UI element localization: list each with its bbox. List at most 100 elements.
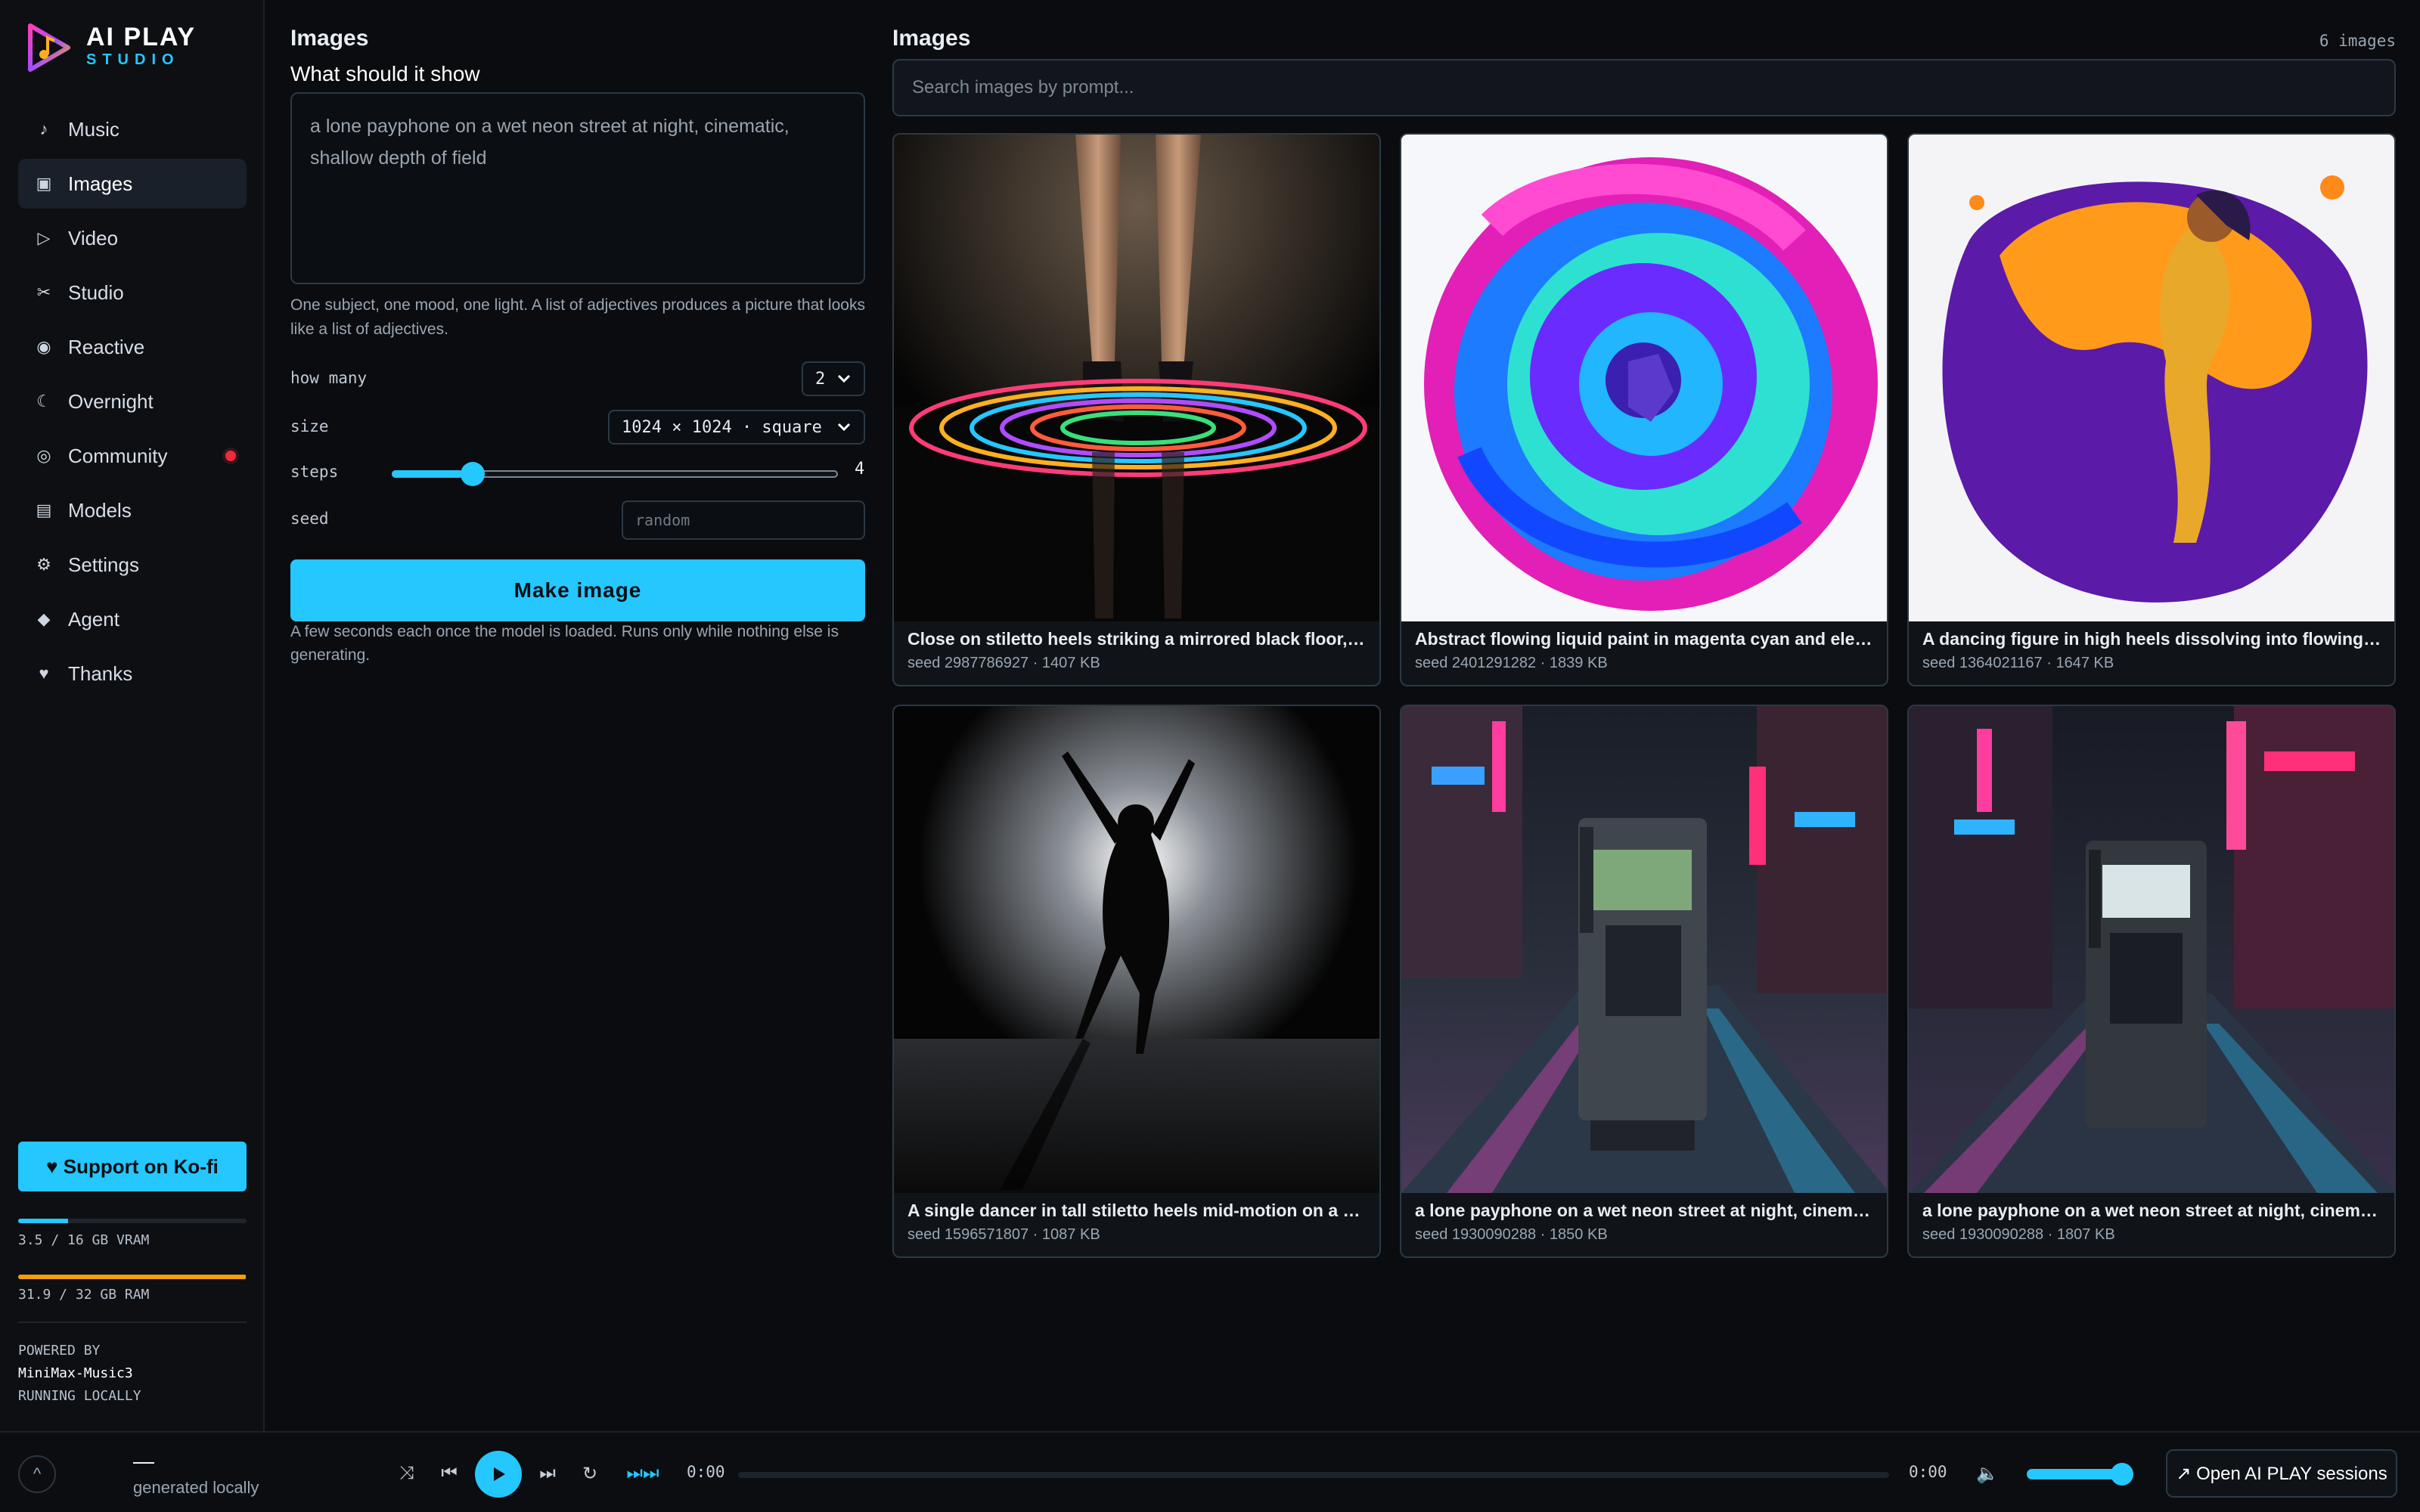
speaker-icon: 🔈 [1976,1463,1999,1484]
sidebar-item-label: Models [68,498,132,522]
how-many-select[interactable]: 2 [802,361,865,396]
sidebar-item-label: Agent [68,607,119,631]
prompt-hint: One subject, one mood, one light. A list… [290,296,865,338]
generated-image[interactable] [1401,135,1888,621]
how-many-label: how many [290,369,368,387]
volume-slider[interactable] [2027,1463,2133,1486]
notification-dot [225,451,236,461]
player-bar: ^ — generated locally ⤨ ⏮ ⏭ ↻ ⏭⏭ 0:00 0:… [0,1431,2420,1512]
scissors-icon: ✂ [36,283,51,302]
sidebar-item-video[interactable]: ▷ Video [18,213,247,263]
brand[interactable]: AI PLAY STUDIO [26,23,237,73]
search-input[interactable]: Search images by prompt... [892,59,2396,116]
seed-input[interactable]: random [622,500,865,540]
how-many-value: 2 [815,369,826,389]
model-name: MiniMax-Music3 [18,1365,133,1381]
shuffle-icon: ⤨ [399,1463,414,1483]
size-value: 1024 × 1024 · square [622,417,822,437]
ram-meter-fill [18,1275,247,1279]
size-select[interactable]: 1024 × 1024 · square [608,410,865,445]
steps-slider[interactable] [392,462,838,486]
sidebar-item-images[interactable]: ▣ Images [18,159,247,209]
heart-icon: ♥ [39,664,49,683]
steps-label: steps [290,463,339,481]
powered-by-label: POWERED BY [18,1343,101,1359]
image-card[interactable]: A dancing figure in high heels dissolvin… [1907,133,2396,686]
previous-icon: ⏮ [441,1463,458,1483]
sidebar-item-label: Images [68,172,133,195]
generated-image[interactable] [1909,706,2396,1193]
generated-image[interactable] [1909,135,2396,621]
generated-image[interactable] [894,706,1381,1193]
sidebar-item-agent[interactable]: ◆ Agent [18,594,247,644]
sidebar-item-studio[interactable]: ✂ Studio [18,268,247,318]
next-button[interactable]: ⏭ [532,1458,563,1489]
running-status: RUNNING LOCALLY [18,1388,141,1404]
sidebar-item-music[interactable]: ♪ Music [18,104,247,154]
form-title: Images [290,26,369,51]
image-gallery: Images 6 images Search images by prompt.… [892,0,2396,1431]
gallery-title: Images [892,26,971,51]
image-card[interactable]: a lone payphone on a wet neon street at … [1907,705,2396,1258]
volume-slider-fill [2027,1469,2122,1479]
sidebar-item-settings[interactable]: ⚙ Settings [18,540,247,590]
generated-image[interactable] [894,135,1381,621]
sidebar-item-label: Studio [68,280,124,304]
autoplay-button[interactable]: ⏭⏭ [622,1458,664,1489]
expand-player-button[interactable]: ^ [18,1455,56,1493]
image-meta: seed 2987786927 · 1407 KB [908,655,1100,671]
sidebar-item-overnight[interactable]: ☾ Overnight [18,376,247,426]
sidebar-item-models[interactable]: ▤ Models [18,485,247,535]
brand-subtitle: STUDIO [86,51,180,68]
prompt-textarea[interactable]: a lone payphone on a wet neon street at … [290,92,865,284]
image-card[interactable]: Close on stiletto heels striking a mirro… [892,133,1381,686]
sidebar-item-label: Thanks [68,662,133,685]
track-title: — [133,1449,154,1473]
main-nav: ♪ Music ▣ Images ▷ Video ✂ Studio ◉ Reactive … [18,104,247,703]
volume-button[interactable]: 🔈 [1972,1458,2003,1489]
steps-slider-thumb[interactable] [461,462,486,486]
shuffle-button[interactable]: ⤨ [392,1458,422,1489]
app-logo-icon [28,23,70,72]
sidebar-item-community[interactable]: ◎ Community [18,431,247,481]
image-icon: ▣ [36,174,52,193]
previous-button[interactable]: ⏮ [434,1458,464,1489]
seek-bar[interactable] [738,1472,1889,1478]
volume-slider-thumb[interactable] [2111,1463,2133,1486]
play-button[interactable] [475,1451,522,1498]
image-caption: Close on stiletto heels striking a mirro… [908,629,1369,649]
sidebar-item-reactive[interactable]: ◉ Reactive [18,322,247,372]
repeat-button[interactable]: ↻ [575,1458,605,1489]
chevron-up-icon: ^ [33,1464,42,1483]
steps-value: 4 [855,460,865,479]
track-subtitle: generated locally [133,1478,259,1497]
sidebar-item-thanks[interactable]: ♥ Thanks [18,649,247,699]
generated-image[interactable] [1401,706,1888,1193]
image-card[interactable]: A single dancer in tall stiletto heels m… [892,705,1381,1258]
sidebar-item-label: Music [68,117,119,141]
image-meta: seed 1930090288 · 1807 KB [1922,1226,2115,1243]
chevron-down-icon [837,374,851,383]
image-caption: A single dancer in tall stiletto heels m… [908,1201,1369,1220]
moon-icon: ☾ [36,392,51,411]
sidebar-item-label: Video [68,226,119,249]
make-image-note: A few seconds each once the model is loa… [290,623,839,664]
time-total: 0:00 [1909,1463,1947,1481]
ram-label: 31.9 / 32 GB RAM [18,1287,150,1303]
support-kofi-button[interactable]: ♥ Support on Ko-fi [18,1142,247,1191]
seed-label: seed [290,510,329,528]
image-count: 6 images [2319,32,2396,50]
sidebar-item-label: Reactive [68,335,145,358]
brand-title: AI PLAY [86,23,197,51]
image-card[interactable]: Abstract flowing liquid paint in magenta… [1400,133,1888,686]
image-meta: seed 2401291282 · 1839 KB [1415,655,1608,671]
image-card[interactable]: a lone payphone on a wet neon street at … [1400,705,1888,1258]
image-caption: A dancing figure in high heels dissolvin… [1922,629,2384,649]
vram-label: 3.5 / 16 GB VRAM [18,1232,150,1248]
image-caption: a lone payphone on a wet neon street at … [1922,1201,2384,1220]
make-image-button[interactable]: Make image [290,559,865,621]
open-sessions-button[interactable]: ↗ Open AI PLAY sessions [2166,1449,2397,1498]
steps-slider-fill [392,470,463,478]
image-meta: seed 1364021167 · 1647 KB [1922,655,2114,671]
image-caption: a lone payphone on a wet neon street at … [1415,1201,1876,1220]
